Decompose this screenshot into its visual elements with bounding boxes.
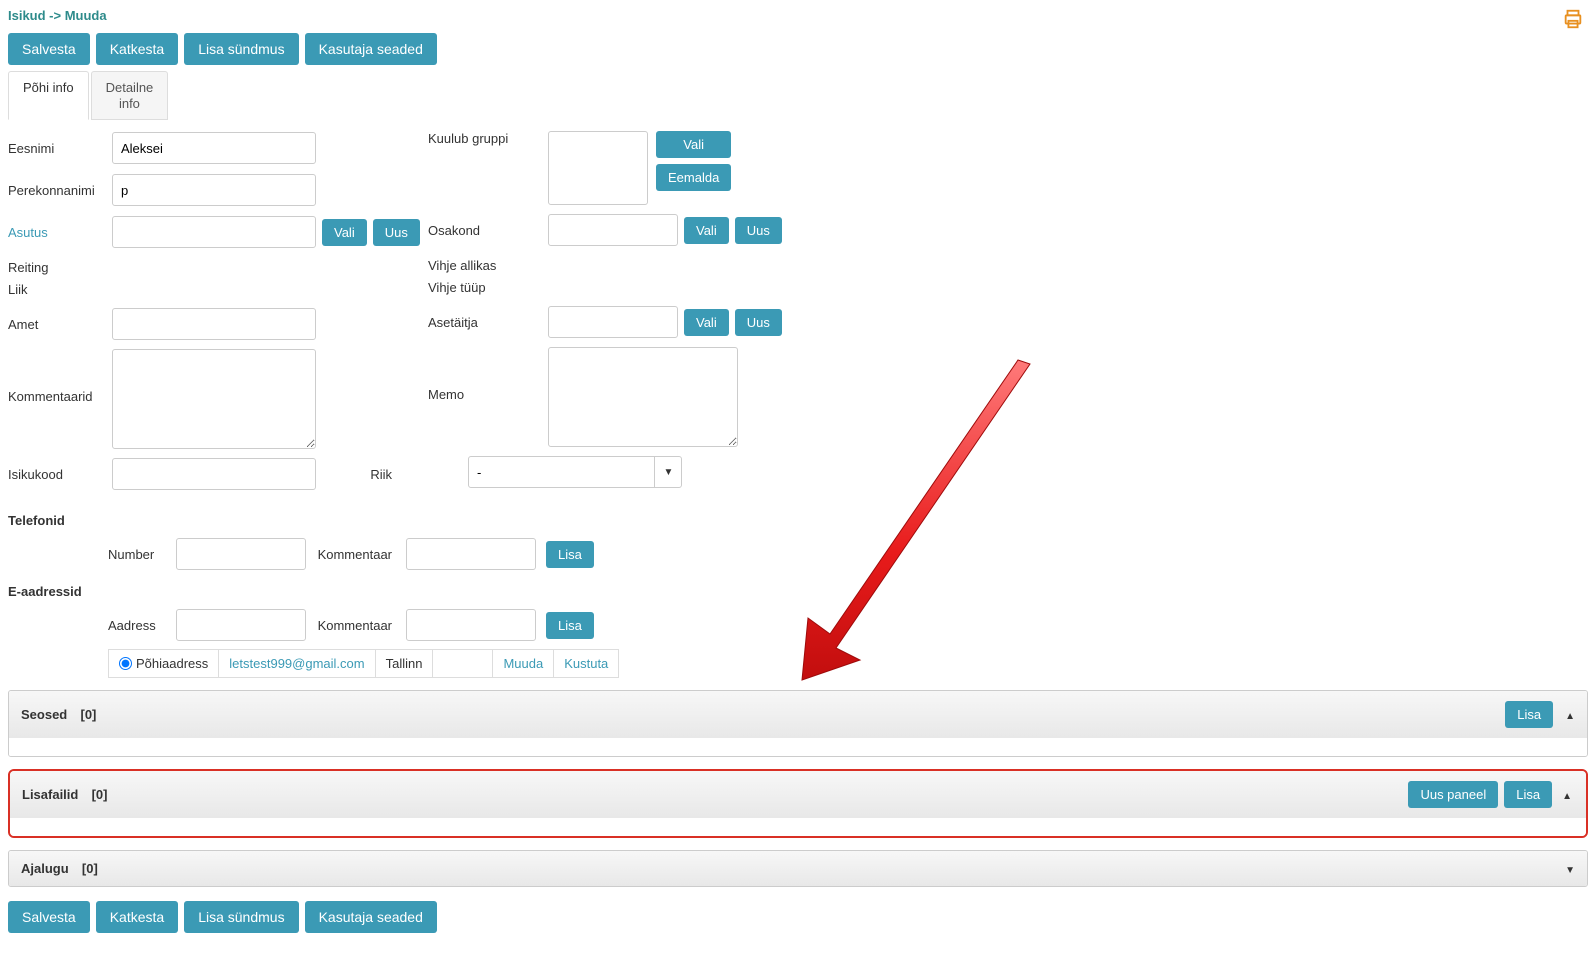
primary-email-radio[interactable]	[119, 657, 132, 670]
email-table: Põhiaadress letstest999@gmail.com Tallin…	[108, 649, 619, 678]
user-settings-button-bottom[interactable]: Kasutaja seaded	[305, 901, 437, 933]
position-input[interactable]	[112, 308, 316, 340]
attachments-new-panel-button[interactable]: Uus paneel	[1408, 781, 1498, 808]
attachments-panel: Lisafailid [0] Uus paneel Lisa	[8, 769, 1588, 838]
phone-add-button[interactable]: Lisa	[546, 541, 594, 568]
history-title: Ajalugu	[21, 861, 69, 876]
deputy-new-button[interactable]: Uus	[735, 309, 782, 336]
label-group: Kuulub gruppi	[428, 131, 548, 146]
label-number: Number	[108, 547, 166, 562]
firstname-input[interactable]	[112, 132, 316, 164]
department-new-button[interactable]: Uus	[735, 217, 782, 244]
label-address: Aadress	[108, 618, 166, 633]
label-org[interactable]: Asutus	[8, 225, 112, 240]
deputy-select-button[interactable]: Vali	[684, 309, 729, 336]
history-count: [0]	[82, 861, 98, 876]
bottom-toolbar: Salvesta Katkesta Lisa sündmus Kasutaja …	[8, 901, 1588, 933]
group-listbox[interactable]	[548, 131, 648, 205]
tab-detail[interactable]: Detailne info	[91, 71, 169, 120]
label-kind: Liik	[8, 282, 112, 297]
label-country: Riik	[342, 467, 392, 482]
phone-number-input[interactable]	[176, 538, 306, 570]
memo-textarea[interactable]	[548, 347, 738, 447]
label-personal-code: Isikukood	[8, 467, 112, 482]
email-link[interactable]: letstest999@gmail.com	[229, 656, 364, 671]
breadcrumb: Isikud -> Muuda	[8, 0, 1588, 27]
label-email-comment: Kommentaar	[316, 618, 396, 633]
comments-textarea[interactable]	[112, 349, 316, 449]
tab-basic[interactable]: Põhi info	[8, 71, 89, 120]
personal-code-input[interactable]	[112, 458, 316, 490]
country-select[interactable]: -	[468, 456, 682, 488]
attachments-title: Lisafailid	[22, 787, 78, 802]
label-position: Amet	[8, 317, 112, 332]
relations-collapse-icon[interactable]	[1559, 707, 1575, 722]
emails-section-title: E-aadressid	[8, 584, 1588, 599]
lastname-input[interactable]	[112, 174, 316, 206]
email-address-input[interactable]	[176, 609, 306, 641]
label-lastname: Perekonnanimi	[8, 183, 112, 198]
group-select-button[interactable]: Vali	[656, 131, 731, 158]
department-input[interactable]	[548, 214, 678, 246]
email-edit-link[interactable]: Muuda	[503, 656, 543, 671]
attachments-add-button[interactable]: Lisa	[1504, 781, 1552, 808]
top-toolbar: Salvesta Katkesta Lisa sündmus Kasutaja …	[8, 33, 1588, 65]
label-rating: Reiting	[8, 260, 112, 275]
email-city: Tallinn	[375, 650, 433, 678]
email-comment-input[interactable]	[406, 609, 536, 641]
label-department: Osakond	[428, 223, 548, 238]
user-settings-button[interactable]: Kasutaja seaded	[305, 33, 437, 65]
relations-panel: Seosed [0] Lisa	[8, 690, 1588, 757]
label-hint-type: Vihje tüüp	[428, 280, 548, 295]
label-firstname: Eesnimi	[8, 141, 112, 156]
label-deputy: Asetäitja	[428, 315, 548, 330]
history-expand-icon[interactable]	[1559, 861, 1575, 876]
org-input[interactable]	[112, 216, 316, 248]
department-select-button[interactable]: Vali	[684, 217, 729, 244]
attachments-collapse-icon[interactable]	[1556, 787, 1572, 802]
phone-comment-input[interactable]	[406, 538, 536, 570]
group-remove-button[interactable]: Eemalda	[656, 164, 731, 191]
deputy-input[interactable]	[548, 306, 678, 338]
add-event-button-bottom[interactable]: Lisa sündmus	[184, 901, 298, 933]
label-comments: Kommentaarid	[8, 349, 112, 404]
attachments-count: [0]	[92, 787, 108, 802]
relations-title: Seosed	[21, 707, 67, 722]
print-icon[interactable]	[1562, 8, 1584, 33]
email-add-button[interactable]: Lisa	[546, 612, 594, 639]
add-event-button[interactable]: Lisa sündmus	[184, 33, 298, 65]
table-row: Põhiaadress letstest999@gmail.com Tallin…	[109, 650, 619, 678]
phones-section-title: Telefonid	[8, 513, 1588, 528]
relations-add-button[interactable]: Lisa	[1505, 701, 1553, 728]
label-primary: Põhiaadress	[136, 656, 208, 671]
relations-count: [0]	[80, 707, 96, 722]
label-memo: Memo	[428, 347, 548, 402]
save-button-bottom[interactable]: Salvesta	[8, 901, 90, 933]
label-phone-comment: Kommentaar	[316, 547, 396, 562]
label-hint-source: Vihje allikas	[428, 258, 548, 273]
save-button[interactable]: Salvesta	[8, 33, 90, 65]
cancel-button[interactable]: Katkesta	[96, 33, 178, 65]
cancel-button-bottom[interactable]: Katkesta	[96, 901, 178, 933]
org-new-button[interactable]: Uus	[373, 219, 420, 246]
tabs: Põhi info Detailne info	[8, 71, 1588, 121]
org-select-button[interactable]: Vali	[322, 219, 367, 246]
email-delete-link[interactable]: Kustuta	[564, 656, 608, 671]
